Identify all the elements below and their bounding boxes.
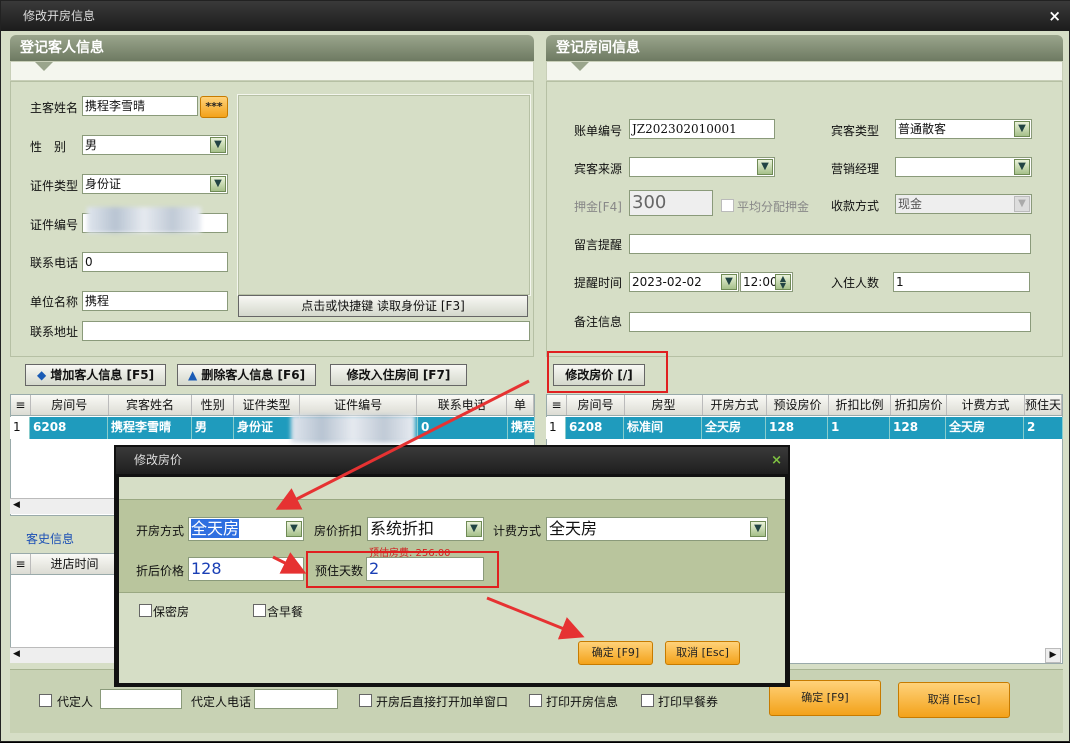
main-window: 修改开房信息 × 登记客人信息 主客姓名 携程李雪晴 *** 性 别 男 ▼ 证件…	[0, 0, 1070, 742]
arrow-to-ok	[486, 596, 585, 640]
arrow-to-days	[272, 552, 307, 574]
arrow-to-mode	[275, 379, 530, 510]
annotation-arrows	[272, 379, 585, 640]
